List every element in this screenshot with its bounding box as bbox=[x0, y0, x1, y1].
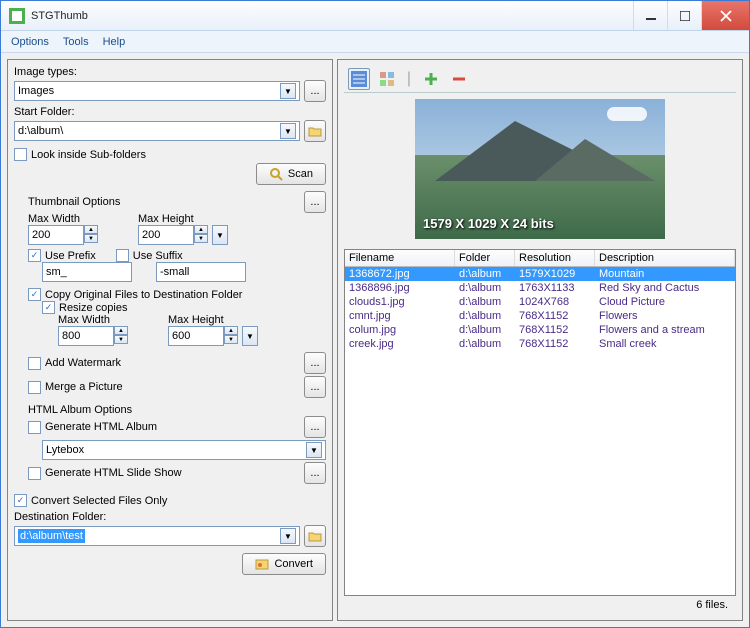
window-title: STGThumb bbox=[31, 10, 633, 22]
file-list[interactable]: Filename Folder Resolution Description 1… bbox=[344, 249, 736, 596]
add-watermark-checkbox[interactable] bbox=[28, 357, 41, 370]
thumbnail-options-header: Thumbnail Options bbox=[28, 196, 120, 208]
chevron-down-icon: ▼ bbox=[280, 123, 296, 139]
destination-folder-label: Destination Folder: bbox=[14, 511, 326, 523]
spin-down-icon[interactable]: ▼ bbox=[84, 234, 98, 243]
look-inside-label: Look inside Sub-folders bbox=[31, 149, 146, 161]
use-suffix-label: Use Suffix bbox=[133, 250, 183, 262]
chevron-down-icon: ▼ bbox=[280, 83, 296, 99]
start-folder-browse-button[interactable] bbox=[304, 120, 326, 142]
copy-original-checkbox[interactable]: ✓ bbox=[28, 288, 41, 301]
destination-browse-button[interactable] bbox=[304, 525, 326, 547]
destination-folder-select[interactable]: d:\album\test▼ bbox=[14, 526, 300, 546]
col-filename[interactable]: Filename bbox=[345, 250, 455, 266]
view-toolbar: | bbox=[344, 66, 736, 93]
preview-dimensions: 1579 X 1029 X 24 bits bbox=[423, 216, 554, 231]
table-row[interactable]: cmnt.jpgd:\album768X1152Flowers bbox=[345, 309, 735, 323]
album-style-select[interactable]: Lytebox▼ bbox=[42, 440, 326, 460]
minimize-button[interactable] bbox=[633, 1, 667, 30]
menubar: Options Tools Help bbox=[1, 31, 749, 53]
merge-picture-checkbox[interactable] bbox=[28, 381, 41, 394]
preset-dropdown-button[interactable]: ▼ bbox=[212, 225, 228, 245]
max-height-input[interactable] bbox=[138, 225, 194, 245]
merge-picture-label: Merge a Picture bbox=[45, 381, 123, 393]
app-window: STGThumb Options Tools Help Image types:… bbox=[0, 0, 750, 628]
col-folder[interactable]: Folder bbox=[455, 250, 515, 266]
table-row[interactable]: 1368672.jpgd:\album1579X1029Mountain bbox=[345, 267, 735, 281]
preview-panel: | 1579 X 1029 X 24 bits Filename Folder … bbox=[337, 59, 743, 621]
convert-button[interactable]: Convert bbox=[242, 553, 326, 575]
generate-slideshow-checkbox[interactable] bbox=[28, 467, 41, 480]
status-text: 6 files. bbox=[344, 596, 736, 614]
suffix-input[interactable] bbox=[156, 262, 246, 282]
table-row[interactable]: clouds1.jpgd:\album1024X768Cloud Picture bbox=[345, 295, 735, 309]
resize-copies-label: Resize copies bbox=[59, 302, 127, 314]
image-types-label: Image types: bbox=[14, 66, 326, 78]
remove-button[interactable] bbox=[448, 68, 470, 90]
copy-original-label: Copy Original Files to Destination Folde… bbox=[45, 289, 242, 301]
menu-tools[interactable]: Tools bbox=[63, 36, 89, 48]
table-row[interactable]: colum.jpgd:\album768X1152Flowers and a s… bbox=[345, 323, 735, 337]
options-panel: Image types: Images▼ ... Start Folder: d… bbox=[7, 59, 333, 621]
preset-dropdown-button[interactable]: ▼ bbox=[242, 326, 258, 346]
spin-up-icon[interactable]: ▲ bbox=[194, 225, 208, 234]
view-thumbnails-button[interactable] bbox=[376, 68, 398, 90]
scan-button[interactable]: Scan bbox=[256, 163, 326, 185]
start-folder-label: Start Folder: bbox=[14, 106, 326, 118]
image-preview: 1579 X 1029 X 24 bits bbox=[415, 99, 665, 239]
generate-slideshow-label: Generate HTML Slide Show bbox=[45, 467, 182, 479]
use-prefix-checkbox[interactable]: ✓ bbox=[28, 249, 41, 262]
spin-down-icon[interactable]: ▼ bbox=[194, 234, 208, 243]
copy-max-width-label: Max Width bbox=[58, 314, 128, 326]
max-height-label: Max Height bbox=[138, 213, 228, 225]
prefix-input[interactable] bbox=[42, 262, 132, 282]
max-width-label: Max Width bbox=[28, 213, 98, 225]
file-list-header: Filename Folder Resolution Description bbox=[345, 250, 735, 267]
menu-options[interactable]: Options bbox=[11, 36, 49, 48]
html-options-header: HTML Album Options bbox=[28, 404, 326, 416]
menu-help[interactable]: Help bbox=[103, 36, 126, 48]
maximize-button[interactable] bbox=[667, 1, 701, 30]
col-description[interactable]: Description bbox=[595, 250, 735, 266]
image-types-select[interactable]: Images▼ bbox=[14, 81, 300, 101]
start-folder-select[interactable]: d:\album\▼ bbox=[14, 121, 300, 141]
max-width-input[interactable] bbox=[28, 225, 84, 245]
album-more-button[interactable]: ... bbox=[304, 416, 326, 438]
slideshow-more-button[interactable]: ... bbox=[304, 462, 326, 484]
copy-max-width-input[interactable] bbox=[58, 326, 114, 346]
thumbnail-options-group: Thumbnail Options ... Max Width ▲▼ Max H… bbox=[28, 191, 326, 282]
copy-max-height-label: Max Height bbox=[168, 314, 258, 326]
col-resolution[interactable]: Resolution bbox=[515, 250, 595, 266]
convert-selected-label: Convert Selected Files Only bbox=[31, 495, 167, 507]
add-watermark-label: Add Watermark bbox=[45, 357, 121, 369]
look-inside-checkbox[interactable] bbox=[14, 148, 27, 161]
titlebar: STGThumb bbox=[1, 1, 749, 31]
generate-album-checkbox[interactable] bbox=[28, 421, 41, 434]
resize-copies-checkbox[interactable]: ✓ bbox=[42, 301, 55, 314]
watermark-more-button[interactable]: ... bbox=[304, 352, 326, 374]
view-details-button[interactable] bbox=[348, 68, 370, 90]
copy-max-height-input[interactable] bbox=[168, 326, 224, 346]
table-row[interactable]: creek.jpgd:\album768X1152Small creek bbox=[345, 337, 735, 351]
table-row[interactable]: 1368896.jpgd:\album1763X1133Red Sky and … bbox=[345, 281, 735, 295]
close-button[interactable] bbox=[701, 1, 749, 30]
app-icon bbox=[9, 8, 25, 24]
merge-more-button[interactable]: ... bbox=[304, 376, 326, 398]
generate-album-label: Generate HTML Album bbox=[45, 421, 157, 433]
use-suffix-checkbox[interactable] bbox=[116, 249, 129, 262]
use-prefix-label: Use Prefix bbox=[45, 250, 96, 262]
spin-up-icon[interactable]: ▲ bbox=[84, 225, 98, 234]
add-button[interactable] bbox=[420, 68, 442, 90]
image-types-browse-button[interactable]: ... bbox=[304, 80, 326, 102]
convert-selected-checkbox[interactable]: ✓ bbox=[14, 494, 27, 507]
thumbnail-options-more-button[interactable]: ... bbox=[304, 191, 326, 213]
